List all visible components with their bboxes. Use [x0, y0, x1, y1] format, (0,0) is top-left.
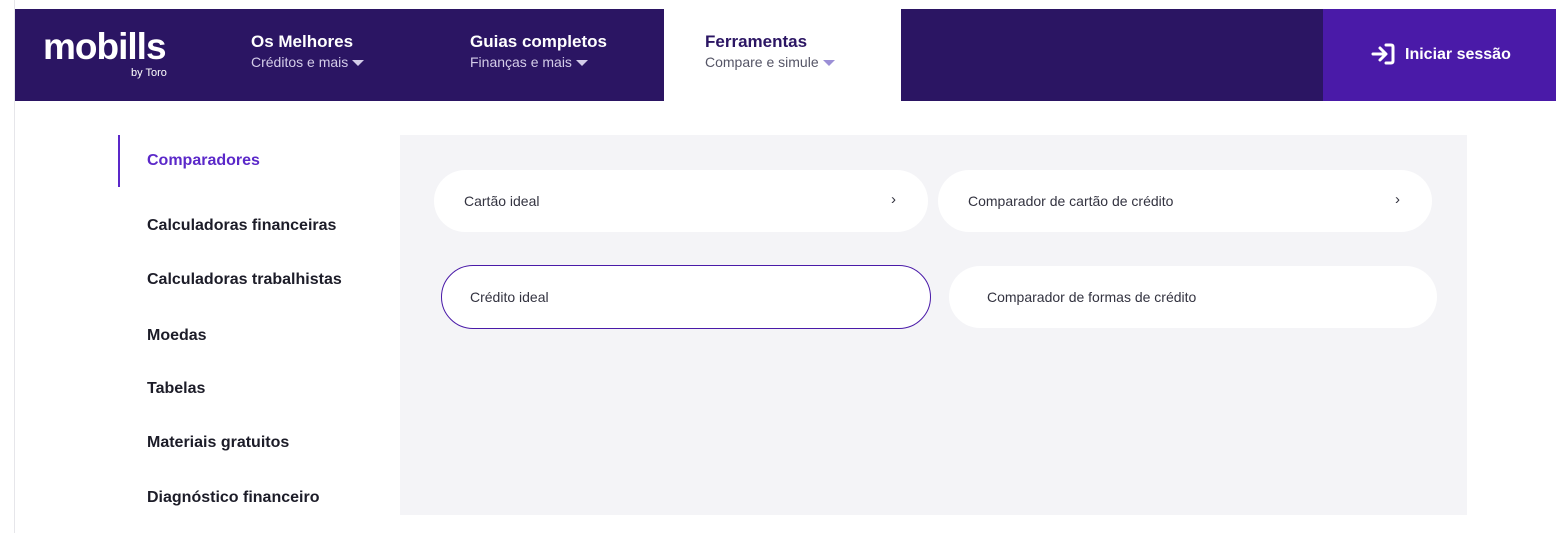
nav-guias-completos[interactable]: Guias completos Finanças e mais [470, 31, 607, 81]
caret-down-icon [575, 60, 588, 67]
chevron-right-icon: › [891, 191, 896, 208]
nav-subtitle: Finanças e mais [470, 53, 607, 72]
mobills-logo[interactable]: mobills by Toro [43, 27, 183, 87]
sidebar-item-tabelas[interactable]: Tabelas [118, 364, 400, 416]
login-button[interactable]: Iniciar sessão [1323, 9, 1556, 101]
tool-card-comparador-cartao[interactable]: Comparador de cartão de crédito › [938, 170, 1432, 232]
nav-title: Os Melhores [251, 32, 354, 51]
tool-card-label: Comparador de cartão de crédito [968, 193, 1174, 209]
tool-card-cartao-ideal[interactable]: Cartão ideal › [434, 170, 928, 232]
chevron-right-icon: › [1395, 191, 1400, 208]
sign-in-icon [1371, 43, 1395, 65]
tool-card-label: Cartão ideal [464, 193, 540, 209]
sidebar-item-label: Moedas [147, 327, 207, 344]
login-label: Iniciar sessão [1405, 46, 1511, 63]
sidebar-item-label: Calculadoras trabalhistas [147, 271, 342, 288]
nav-title: Ferramentas [705, 32, 808, 51]
nav-subtitle: Compare e simule [705, 53, 835, 72]
sidebar-item-label: Comparadores [147, 152, 260, 169]
nav-ferramentas[interactable]: Ferramentas Compare e simule [705, 31, 835, 81]
sidebar-item-calculadoras-financeiras[interactable]: Calculadoras financeiras [118, 201, 400, 253]
tool-card-credito-ideal[interactable]: Crédito ideal [441, 265, 931, 329]
tool-card-comparador-formas-credito[interactable]: Comparador de formas de crédito [949, 266, 1437, 328]
sidebar-item-diagnostico-financeiro[interactable]: Diagnóstico financeiro [118, 473, 400, 525]
tools-panel: Cartão ideal › Comparador de cartão de c… [400, 135, 1467, 515]
nav-title: Guias completos [470, 32, 607, 51]
logo-wordmark: mobills [43, 26, 167, 67]
tool-card-label: Crédito ideal [470, 289, 549, 305]
sidebar-item-label: Calculadoras financeiras [147, 217, 337, 234]
sidebar-item-label: Tabelas [147, 380, 206, 397]
sidebar-item-label: Diagnóstico financeiro [147, 489, 320, 506]
sidebar-item-moedas[interactable]: Moedas [118, 311, 400, 363]
nav-subtitle: Créditos e mais [251, 53, 365, 72]
sidebar-item-calculadoras-trabalhistas[interactable]: Calculadoras trabalhistas [118, 255, 400, 307]
page: mobills by Toro Os Melhores Créditos e m… [0, 0, 1556, 533]
caret-down-icon [352, 60, 365, 67]
nav-os-melhores[interactable]: Os Melhores Créditos e mais [251, 31, 365, 81]
caret-down-icon [822, 60, 835, 67]
logo-byline: by Toro [131, 67, 167, 79]
tool-card-label: Comparador de formas de crédito [987, 289, 1197, 305]
sidebar-item-comparadores[interactable]: Comparadores [118, 135, 400, 187]
sidebar-item-materiais-gratuitos[interactable]: Materiais gratuitos [118, 418, 400, 470]
top-navbar: mobills by Toro Os Melhores Créditos e m… [15, 9, 1556, 101]
sidebar-item-label: Materiais gratuitos [147, 434, 290, 451]
